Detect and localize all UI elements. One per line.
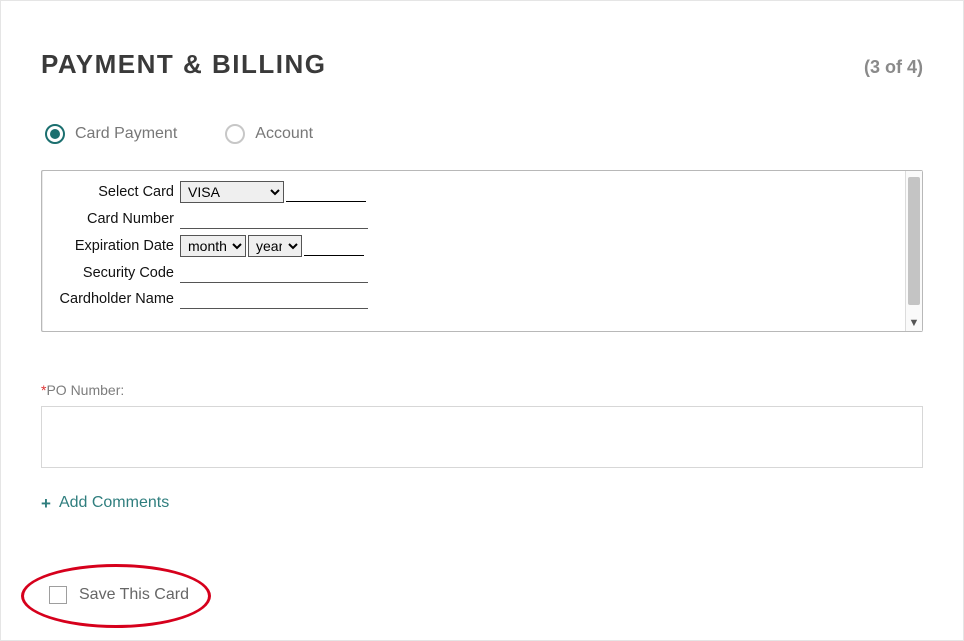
save-card-label: Save This Card — [79, 586, 189, 604]
radio-card-payment-label: Card Payment — [75, 125, 177, 143]
radio-outer-icon — [225, 124, 245, 144]
radio-account[interactable]: Account — [225, 124, 313, 144]
card-details-frame: Select Card VISA Card Number Expiration … — [41, 170, 923, 332]
save-card-checkbox[interactable] — [49, 586, 67, 604]
step-indicator: (3 of 4) — [864, 57, 923, 78]
add-comments-label: Add Comments — [59, 494, 169, 512]
payment-method-radio-group: Card Payment Account — [41, 124, 923, 144]
cardholder-name-label: Cardholder Name — [52, 291, 180, 307]
scrollbar-thumb[interactable] — [908, 177, 920, 305]
expiration-year-dropdown[interactable]: year — [248, 235, 302, 257]
payment-billing-panel: PAYMENT & BILLING (3 of 4) Card Payment … — [0, 0, 964, 641]
radio-card-payment[interactable]: Card Payment — [45, 124, 177, 144]
card-number-input[interactable] — [180, 209, 368, 229]
cardholder-name-input[interactable] — [180, 289, 368, 309]
po-number-label-text: PO Number: — [46, 382, 124, 398]
add-comments-link[interactable]: + Add Comments — [41, 494, 169, 512]
underline-decor — [286, 182, 366, 202]
security-code-label: Security Code — [52, 265, 180, 281]
radio-outer-icon — [45, 124, 65, 144]
po-number-input[interactable] — [41, 406, 923, 468]
frame-bottom-shadow — [194, 331, 923, 332]
expiration-row: Expiration Date month year — [52, 235, 893, 257]
select-card-label: Select Card — [52, 184, 180, 200]
cardholder-name-row: Cardholder Name — [52, 289, 893, 309]
frame-scrollbar[interactable]: ▼ — [905, 171, 923, 331]
underline-decor — [304, 236, 364, 256]
panel-title: PAYMENT & BILLING — [41, 49, 327, 80]
panel-header: PAYMENT & BILLING (3 of 4) — [41, 49, 923, 80]
radio-inner-icon — [50, 129, 60, 139]
card-number-label: Card Number — [52, 211, 180, 227]
radio-account-label: Account — [255, 125, 313, 143]
select-card-row: Select Card VISA — [52, 181, 893, 203]
select-card-dropdown[interactable]: VISA — [180, 181, 284, 203]
plus-icon: + — [41, 495, 51, 512]
scroll-down-arrow-icon[interactable]: ▼ — [906, 315, 922, 331]
security-code-row: Security Code — [52, 263, 893, 283]
expiration-month-dropdown[interactable]: month — [180, 235, 246, 257]
save-card-row[interactable]: Save This Card — [49, 586, 189, 604]
card-number-row: Card Number — [52, 209, 893, 229]
security-code-input[interactable] — [180, 263, 368, 283]
po-number-label: *PO Number: — [41, 382, 923, 398]
expiration-label: Expiration Date — [52, 238, 180, 254]
